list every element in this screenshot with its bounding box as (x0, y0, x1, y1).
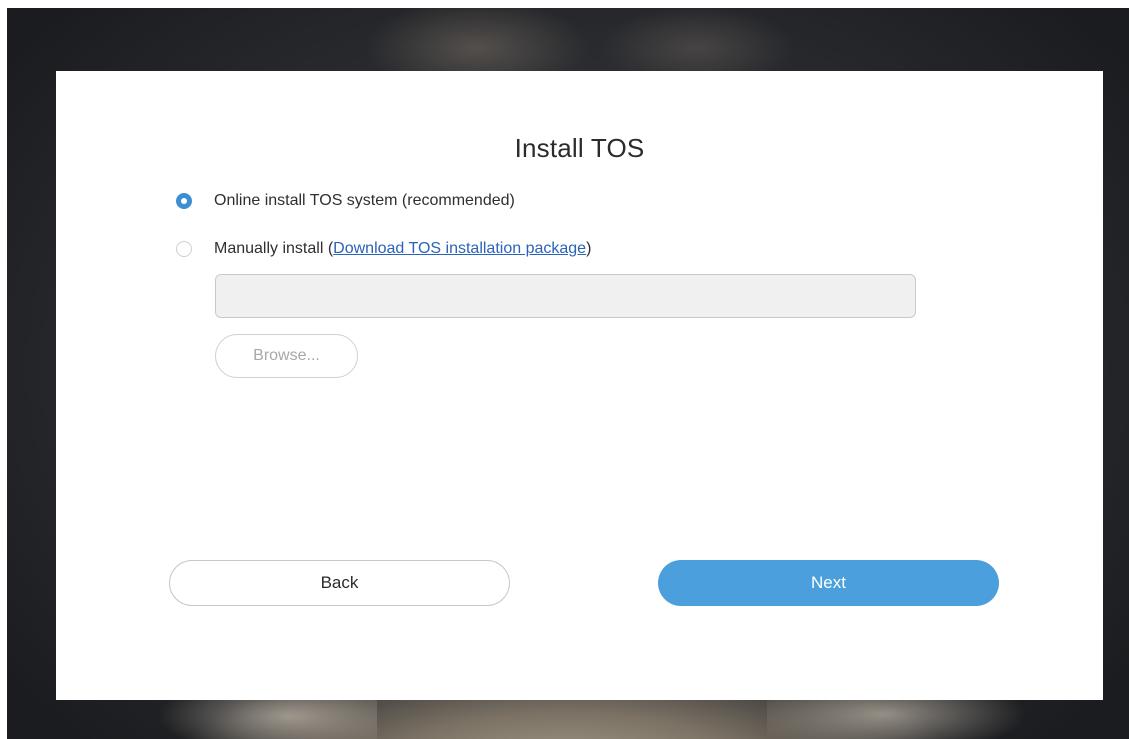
manual-install-label: Manually install (Download TOS installat… (214, 240, 591, 258)
online-install-radio[interactable] (176, 193, 192, 209)
option-manual-install[interactable]: Manually install (Download TOS installat… (176, 240, 591, 258)
manual-install-radio[interactable] (176, 241, 192, 257)
next-button[interactable]: Next (658, 560, 999, 606)
manual-install-label-prefix: Manually install ( (214, 240, 334, 257)
back-button[interactable]: Back (169, 560, 510, 606)
browse-button[interactable]: Browse... (215, 334, 358, 378)
option-online-install[interactable]: Online install TOS system (recommended) (176, 192, 515, 210)
dialog-title: Install TOS (514, 133, 645, 163)
desktop-background: Install TOS Online install TOS system (r… (7, 8, 1129, 739)
online-install-label: Online install TOS system (recommended) (214, 192, 515, 209)
download-package-link[interactable]: Download TOS installation package (333, 240, 586, 257)
package-file-path-input[interactable] (215, 274, 916, 318)
manual-install-label-suffix: ) (586, 240, 592, 257)
install-tos-dialog: Install TOS Online install TOS system (r… (56, 71, 1103, 700)
